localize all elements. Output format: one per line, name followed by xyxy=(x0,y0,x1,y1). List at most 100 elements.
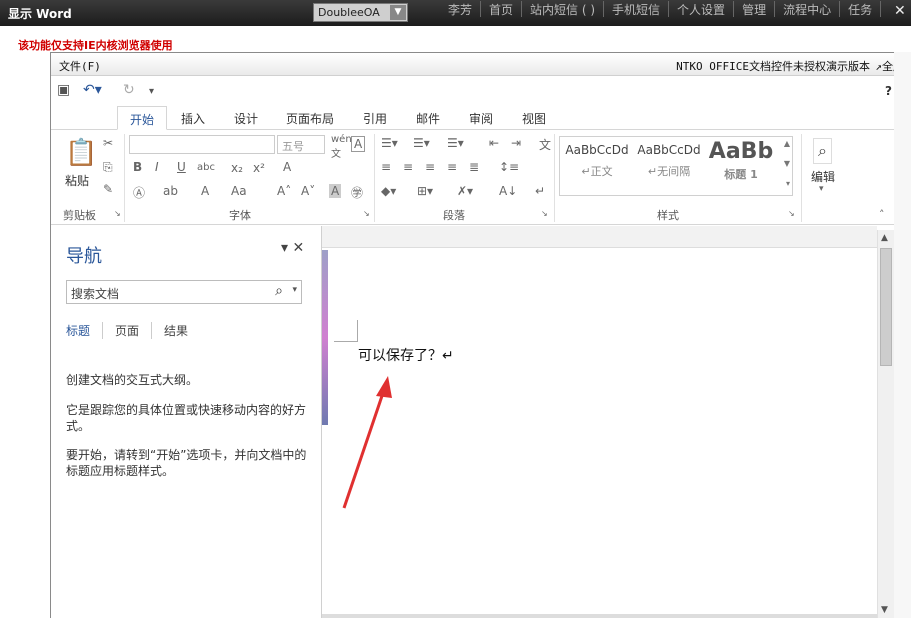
nav-tab-headings[interactable]: 标题 xyxy=(66,322,104,339)
style-heading1-preview: AaBb xyxy=(708,139,774,164)
char-shading-icon[interactable]: A xyxy=(329,184,342,198)
launcher-icon[interactable]: ↘ xyxy=(363,209,370,218)
tab-design[interactable]: 设计 xyxy=(222,106,270,130)
decrease-indent-icon[interactable]: ⇤ xyxy=(489,136,499,150)
tab-mailings[interactable]: 邮件 xyxy=(404,106,452,130)
top-nav-settings[interactable]: 个人设置 xyxy=(669,1,735,17)
show-marks-icon[interactable]: ↵ xyxy=(535,184,545,198)
tab-insert[interactable]: 插入 xyxy=(169,106,217,130)
nav-title: 导航 xyxy=(66,246,102,267)
gallery-down-icon[interactable]: ▼ xyxy=(784,159,790,168)
font-size-box[interactable]: 五号 xyxy=(277,135,325,154)
change-case-icon[interactable]: Aa xyxy=(231,184,247,198)
line-spacing-icon[interactable]: ↕≡ xyxy=(499,160,519,174)
nav-search-input[interactable]: 搜索文档 ⌕ ▾ xyxy=(66,280,302,304)
sort-icon[interactable]: A↓ xyxy=(499,184,517,198)
superscript-icon[interactable]: x² xyxy=(253,161,265,175)
shrink-font-icon[interactable]: A˅ xyxy=(301,184,315,198)
justify-icon[interactable]: ≡ xyxy=(447,160,457,174)
launcher-icon[interactable]: ↘ xyxy=(788,209,795,218)
top-nav-messages[interactable]: 站内短信 ( ) xyxy=(522,1,605,17)
style-normal[interactable]: AaBbCcDd ↵正文 xyxy=(562,143,632,183)
bullets-icon[interactable]: ☰▾ xyxy=(381,136,398,150)
clear-format-icon[interactable]: A xyxy=(283,160,291,174)
bold-icon[interactable]: B xyxy=(133,160,142,174)
top-nav-user[interactable]: 李芳 xyxy=(440,1,482,17)
highlight-icon[interactable]: ab xyxy=(163,184,178,198)
search-icon[interactable]: ⌕ xyxy=(275,283,283,299)
launcher-icon[interactable]: ↘ xyxy=(114,209,121,218)
strikethrough-icon[interactable]: abc xyxy=(197,162,215,173)
align-left-icon[interactable]: ≡ xyxy=(381,160,391,174)
phonetic-icon[interactable]: wén 文 xyxy=(331,134,352,160)
char-border-icon[interactable]: A xyxy=(351,136,366,152)
italic-icon[interactable]: I xyxy=(155,160,159,174)
tab-view[interactable]: 视图 xyxy=(510,106,558,130)
scrollbar-thumb[interactable] xyxy=(880,248,892,366)
close-icon[interactable]: ✕ xyxy=(894,3,906,19)
save-icon[interactable]: ▣ xyxy=(57,82,70,98)
scroll-down-icon[interactable]: ▼ xyxy=(881,605,888,615)
launcher-icon[interactable]: ↘ xyxy=(541,209,548,218)
nav-tab-results[interactable]: 结果 xyxy=(164,322,200,339)
tab-home[interactable]: 开始 xyxy=(117,106,168,130)
chevron-down-icon[interactable]: ▾ xyxy=(292,285,297,295)
text-effects-icon[interactable]: Ⓐ xyxy=(133,184,145,201)
ribbon-tabs: 开始 插入 设计 页面布局 引用 邮件 审阅 视图 xyxy=(51,106,910,130)
numbering-icon[interactable]: ☰▾ xyxy=(413,136,430,150)
chevron-down-icon[interactable]: ▾ xyxy=(819,184,824,194)
customize-icon[interactable]: ▾ xyxy=(149,86,154,97)
font-name-box[interactable] xyxy=(129,135,275,154)
distributed-icon[interactable]: ≣ xyxy=(469,160,479,174)
horizontal-scrollbar[interactable] xyxy=(322,614,877,618)
collapse-ribbon-icon[interactable]: ˄ xyxy=(879,208,885,221)
scroll-up-icon[interactable]: ▲ xyxy=(881,233,888,243)
help-button[interactable]: ? xyxy=(885,84,892,98)
chinese-layout-icon[interactable]: 文 xyxy=(539,136,551,153)
top-nav-tasks[interactable]: 任务 xyxy=(840,1,882,17)
align-center-icon[interactable]: ≡ xyxy=(403,160,413,174)
align-right-icon[interactable]: ≡ xyxy=(425,160,435,174)
copy-icon[interactable]: ⎘ xyxy=(103,160,113,175)
top-nav-workflow[interactable]: 流程中心 xyxy=(775,1,841,17)
menubar: 文件(F) NTKO OFFICE文档控件未授权演示版本 ↗全屏 xyxy=(51,53,910,76)
tab-layout[interactable]: 页面布局 xyxy=(274,106,346,130)
editing-button[interactable]: 编辑 xyxy=(811,168,835,185)
vertical-scrollbar[interactable]: ▲ ▼ xyxy=(877,230,894,618)
top-nav-sms[interactable]: 手机短信 xyxy=(604,1,670,17)
underline-icon[interactable]: U xyxy=(177,160,186,174)
nav-tab-pages[interactable]: 页面 xyxy=(115,322,153,339)
system-select[interactable]: DoubleeOA ▼ xyxy=(313,3,408,22)
top-nav-admin[interactable]: 管理 xyxy=(734,1,776,17)
style-no-spacing[interactable]: AaBbCcDd ↵无间隔 xyxy=(634,143,704,183)
tab-review[interactable]: 审阅 xyxy=(457,106,505,130)
document-area[interactable] xyxy=(322,226,877,618)
paste-icon[interactable]: 📋 xyxy=(65,138,97,168)
increase-indent-icon[interactable]: ⇥ xyxy=(511,136,521,150)
tab-references[interactable]: 引用 xyxy=(351,106,399,130)
borders-icon[interactable]: ⊞▾ xyxy=(417,184,433,198)
divider xyxy=(801,134,802,222)
shading-icon[interactable]: ◆▾ xyxy=(381,184,396,198)
enclose-char-icon[interactable]: ㊫ xyxy=(351,184,363,201)
cut-icon[interactable]: ✂ xyxy=(103,136,113,150)
chinese-font-icon[interactable]: ✗▾ xyxy=(457,184,473,198)
chevron-down-icon[interactable]: ▼ xyxy=(390,5,406,20)
style-heading1[interactable]: AaBb 标题 1 xyxy=(706,139,776,181)
subscript-icon[interactable]: x₂ xyxy=(231,161,243,175)
grow-font-icon[interactable]: A˄ xyxy=(277,184,291,198)
menu-file[interactable]: 文件(F) xyxy=(59,58,101,74)
undo-icon[interactable]: ↶▾ xyxy=(83,82,102,98)
binoculars-icon[interactable]: ⌕ xyxy=(813,138,832,164)
document-text[interactable]: 可以保存了？↵ xyxy=(358,345,454,365)
paste-button[interactable]: 粘贴 xyxy=(65,172,89,189)
gallery-more-icon[interactable]: ▾ xyxy=(786,179,790,188)
format-painter-icon[interactable]: ✎ xyxy=(103,182,113,196)
close-icon[interactable]: ✕ xyxy=(292,240,304,256)
nav-options-icon[interactable]: ▾ xyxy=(281,240,288,256)
redo-icon[interactable]: ↻ xyxy=(123,82,135,98)
font-color-icon[interactable]: A xyxy=(201,184,209,198)
multilevel-list-icon[interactable]: ☰▾ xyxy=(447,136,464,150)
top-nav-home[interactable]: 首页 xyxy=(481,1,523,17)
gallery-up-icon[interactable]: ▲ xyxy=(784,139,790,148)
